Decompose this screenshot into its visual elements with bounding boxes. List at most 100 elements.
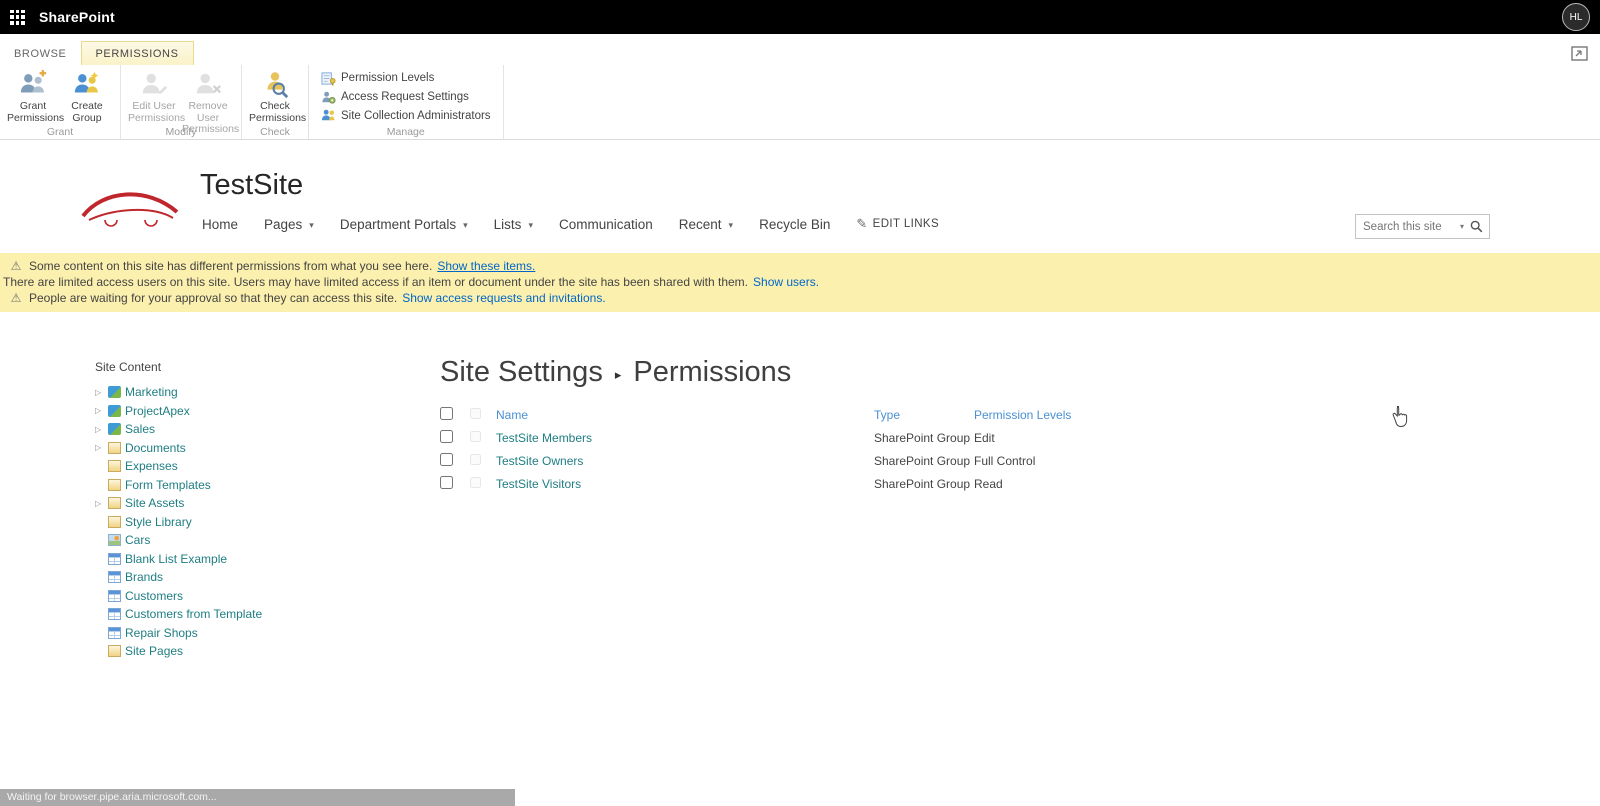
show-these-items-link[interactable]: Show these items. (437, 258, 535, 274)
group-label-modify: Modify (165, 126, 197, 138)
sidebar-item-label[interactable]: Marketing (125, 385, 178, 399)
sidebar-item-site-pages[interactable]: Site Pages (95, 642, 425, 661)
column-header-name[interactable]: Name (496, 408, 528, 422)
sidebar-item-blank-list-example[interactable]: Blank List Example (95, 550, 425, 569)
group-type: SharePoint Group (874, 430, 971, 445)
group-type: SharePoint Group (874, 476, 971, 491)
permissions-main: Site Settings ▸ Permissions Name Type Pe… (440, 356, 1340, 495)
nav-pages[interactable]: Pages (264, 217, 314, 232)
search-icon[interactable] (1468, 220, 1489, 233)
app-launcher-icon[interactable] (10, 9, 25, 25)
sidebar-item-style-library[interactable]: Style Library (95, 513, 425, 532)
sidebar-item-label[interactable]: Site Pages (125, 644, 183, 658)
sidebar-item-brands[interactable]: Brands (95, 568, 425, 587)
site-header: TestSite Home Pages Department Portals L… (0, 141, 1600, 253)
expand-icon[interactable] (95, 406, 108, 415)
expand-icon[interactable] (95, 425, 108, 434)
sidebar-item-label[interactable]: Documents (125, 441, 186, 455)
sidebar-item-label[interactable]: Repair Shops (125, 626, 198, 640)
show-users-link[interactable]: Show users. (753, 274, 819, 290)
site-icon (108, 423, 121, 436)
sidebar-item-repair-shops[interactable]: Repair Shops (95, 624, 425, 643)
row-secondary-checkbox (470, 476, 481, 488)
site-logo[interactable] (75, 178, 185, 236)
show-access-requests-link[interactable]: Show access requests and invitations. (402, 290, 605, 306)
warning-icon (3, 290, 29, 306)
breadcrumb-site-settings[interactable]: Site Settings (440, 356, 603, 389)
check-permissions-button[interactable]: Check Permissions (249, 67, 306, 124)
column-header-permission-levels[interactable]: Permission Levels (974, 408, 1071, 422)
sidebar-item-label[interactable]: Brands (125, 570, 163, 584)
sidebar-item-customers[interactable]: Customers (95, 587, 425, 606)
sidebar-item-label[interactable]: Form Templates (125, 478, 211, 492)
group-link[interactable]: TestSite Owners (496, 454, 583, 468)
cursor-pointer (1392, 406, 1408, 427)
expand-icon[interactable] (95, 388, 108, 397)
create-group-button[interactable]: Create Group (61, 67, 113, 124)
sidebar-item-cars[interactable]: Cars (95, 531, 425, 550)
permission-level: Full Control (974, 453, 1036, 468)
grant-permissions-icon (20, 69, 47, 93)
site-collection-administrators-button[interactable]: Site Collection Administrators (315, 106, 497, 125)
nav-recycle-bin[interactable]: Recycle Bin (759, 217, 830, 232)
expand-icon[interactable] (95, 499, 108, 508)
table-row-visitors: TestSite Visitors SharePoint Group Read (440, 472, 1234, 495)
sidebar-item-label[interactable]: Blank List Example (125, 552, 227, 566)
sidebar-item-form-templates[interactable]: Form Templates (95, 476, 425, 495)
grant-permissions-button[interactable]: Grant Permissions (7, 67, 64, 124)
suite-bar: SharePoint HL (0, 0, 1600, 34)
column-header-type[interactable]: Type (874, 408, 900, 422)
breadcrumb-separator-icon: ▸ (614, 366, 622, 382)
ribbon-tab-strip: BROWSE PERMISSIONS (0, 34, 1600, 65)
search-scope-dropdown-icon[interactable]: ▾ (1456, 222, 1468, 231)
sidebar-item-label[interactable]: Cars (125, 533, 150, 547)
group-link[interactable]: TestSite Visitors (496, 477, 581, 491)
row-checkbox[interactable] (440, 475, 453, 489)
nav-recent[interactable]: Recent (679, 217, 733, 232)
sidebar-item-label[interactable]: Customers from Template (125, 607, 262, 621)
search-input[interactable] (1356, 220, 1456, 233)
focus-on-content-icon[interactable] (1571, 46, 1588, 61)
nav-home[interactable]: Home (202, 217, 238, 232)
group-label-manage: Manage (386, 126, 425, 138)
banner-line-access-requests: People are waiting for your approval so … (0, 290, 1600, 306)
nav-lists[interactable]: Lists (494, 217, 533, 232)
sidebar-item-label[interactable]: Customers (125, 589, 183, 603)
sidebar-item-label[interactable]: ProjectApex (125, 404, 190, 418)
group-link[interactable]: TestSite Members (496, 431, 592, 445)
access-request-settings-icon (322, 91, 336, 104)
tab-permissions[interactable]: PERMISSIONS (80, 41, 194, 65)
tab-browse[interactable]: BROWSE (0, 42, 81, 65)
sidebar-item-label[interactable]: Sales (125, 422, 155, 436)
permission-levels-button[interactable]: Permission Levels (315, 69, 440, 88)
nav-department-portals[interactable]: Department Portals (340, 217, 468, 232)
sidebar-item-label[interactable]: Site Assets (125, 496, 184, 510)
sharepoint-brand: SharePoint (39, 9, 115, 25)
edit-user-permissions-button[interactable]: Edit User Permissions (128, 67, 185, 124)
sidebar-item-label[interactable]: Style Library (125, 515, 192, 529)
user-avatar[interactable]: HL (1562, 3, 1590, 31)
permission-level: Edit (974, 430, 995, 445)
create-group-icon (74, 71, 99, 93)
sidebar-item-expenses[interactable]: Expenses (95, 457, 425, 476)
access-request-settings-button[interactable]: Access Request Settings (315, 88, 475, 107)
nav-communication[interactable]: Communication (559, 217, 653, 232)
row-checkbox[interactable] (440, 452, 453, 466)
ribbon: Grant Permissions Create Group Grant Edi… (0, 65, 1600, 140)
select-all-checkbox[interactable] (440, 406, 453, 420)
row-checkbox[interactable] (440, 429, 453, 443)
expand-icon[interactable] (95, 443, 108, 452)
sidebar-item-marketing[interactable]: Marketing (95, 383, 425, 402)
site-logo-image (81, 192, 179, 227)
permissions-table: Name Type Permission Levels TestSite Mem… (440, 403, 1234, 495)
sidebar-item-site-assets[interactable]: Site Assets (95, 494, 425, 513)
banner-line-permissions: Some content on this site has different … (0, 258, 1600, 274)
sidebar-item-sales[interactable]: Sales (95, 420, 425, 439)
sidebar-item-label[interactable]: Expenses (125, 459, 178, 473)
edit-links-button[interactable]: EDIT LINKS (856, 216, 939, 232)
sidebar-item-customers-from-template[interactable]: Customers from Template (95, 605, 425, 624)
sidebar-item-projectapex[interactable]: ProjectApex (95, 402, 425, 421)
table-row-members: TestSite Members SharePoint Group Edit (440, 426, 1234, 449)
sidebar-item-documents[interactable]: Documents (95, 439, 425, 458)
edit-user-permissions-icon (142, 73, 168, 94)
